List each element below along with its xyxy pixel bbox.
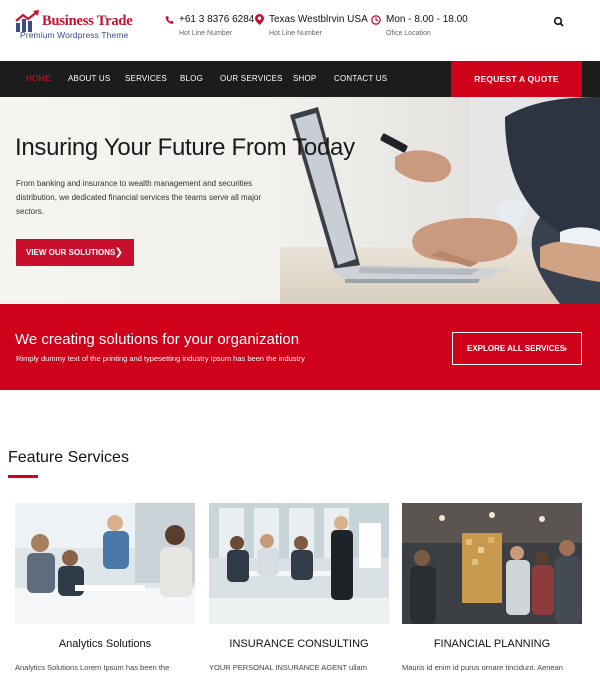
brand-title: Business Trade (42, 13, 133, 29)
hours-text: Mon - 8.00 - 18.00 (386, 14, 468, 25)
meeting-photo (15, 503, 195, 624)
card-title: Analytics Solutions (58, 638, 152, 650)
chevron-right-icon: ❯ (114, 247, 123, 258)
brand-tagline: Premium Wordpress Theme (20, 30, 129, 40)
office-meeting-photo (209, 503, 389, 624)
hero-section: Insuring Your Future From Today From ban… (0, 97, 600, 304)
banner-subtitle: Rimply dummy text of the printing and ty… (16, 354, 305, 363)
section-title: Feature Services (8, 449, 129, 466)
location-label: Hot Line Number (269, 30, 322, 37)
nav-item-shop[interactable]: SHOP (293, 61, 316, 97)
phone-label: Hot Line Number (179, 30, 232, 37)
nav-item-about-us[interactable]: ABOUT US (68, 61, 110, 97)
view-solutions-button[interactable]: VIEW OUR SOLUTIONS ❯ (16, 239, 134, 266)
hours-label: Ofice Location (386, 30, 431, 37)
team-planning-photo (402, 503, 582, 624)
nav-item-contact-us[interactable]: CONTACT US (334, 61, 387, 97)
card-title: FINANCIAL PLANNING (433, 638, 551, 650)
nav-item-services[interactable]: SERVICES (125, 61, 167, 97)
clock-icon (371, 14, 381, 25)
explore-services-label: EXPLORE ALL SERVICES (467, 344, 566, 353)
location-text: Texas Westblrvin USA (269, 14, 368, 25)
logo-chart-icon (15, 10, 39, 32)
hero-description: From banking and insurance to wealth man… (16, 179, 262, 216)
map-pin-icon (255, 14, 264, 25)
phone-icon (165, 15, 174, 24)
card-title: INSURANCE CONSULTING (229, 638, 369, 650)
view-solutions-label: VIEW OUR SOLUTIONS (26, 248, 116, 257)
card-text: YOUR PERSONAL INSURANCE AGENT ullam (209, 663, 367, 672)
hero-title: Insuring Your Future From Today (15, 134, 355, 161)
card-text: Analytics Solutions Lorem Ipsum has been… (15, 663, 170, 672)
phone-number: +61 3 8376 6284 (179, 14, 255, 25)
nav-item-home[interactable]: HOME (26, 61, 51, 97)
banner-title: We creating solutions for your organizat… (15, 331, 300, 348)
chevron-right-icon: › (564, 344, 567, 353)
top-header: Business Trade Premium Wordpress Theme +… (0, 0, 600, 61)
title-underline (8, 475, 38, 478)
nav-item-blog[interactable]: BLOG (180, 61, 203, 97)
explore-services-button[interactable]: EXPLORE ALL SERVICES › (452, 332, 582, 365)
brand-logo[interactable]: Business Trade Premium Wordpress Theme (15, 9, 150, 43)
nav-item-our-services[interactable]: OUR SERVICES (220, 61, 283, 97)
cta-banner: We creating solutions for your organizat… (0, 304, 600, 390)
card-text: Mauris id enim id purus ornare tincidunt… (402, 663, 563, 672)
search-icon[interactable] (551, 14, 567, 30)
main-nav: HOME ABOUT US SERVICES BLOG OUR SERVICES… (0, 61, 600, 97)
request-quote-button[interactable]: REQUEST A QUOTE (451, 61, 582, 97)
